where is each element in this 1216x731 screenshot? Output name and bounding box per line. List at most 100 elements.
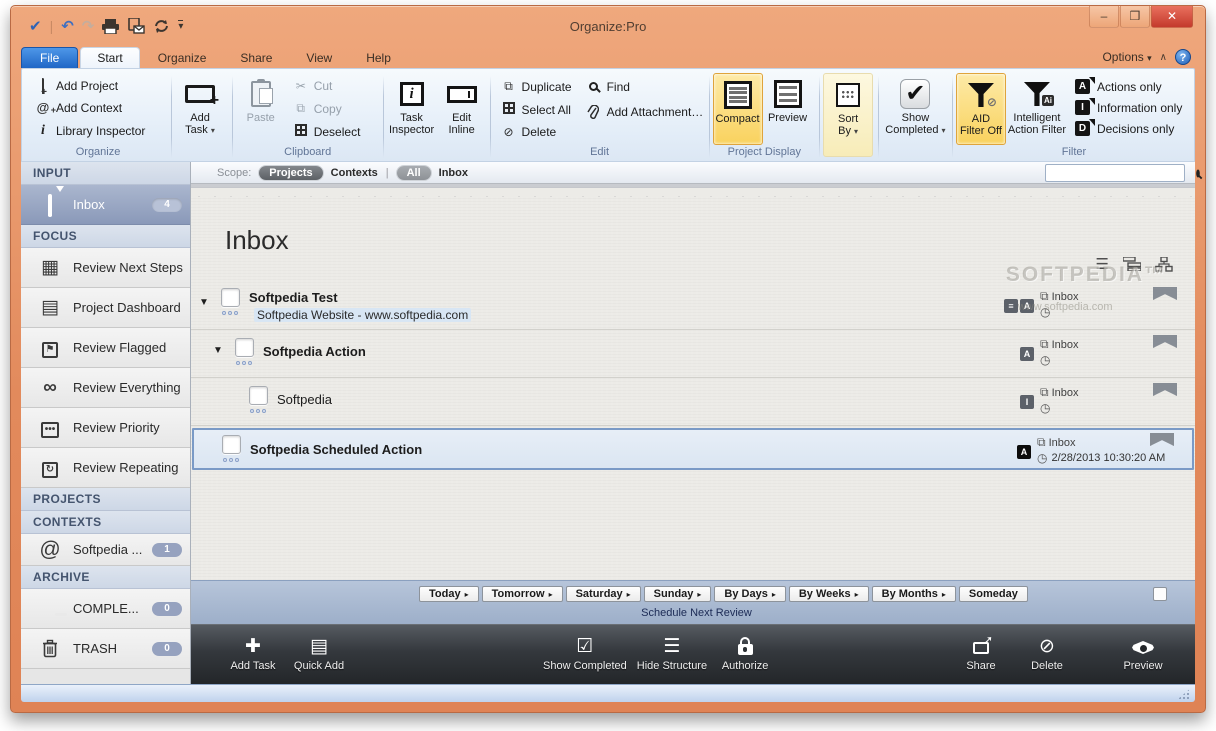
flag-icon[interactable] <box>1150 433 1174 446</box>
scope-projects-pill[interactable]: Projects <box>259 165 323 180</box>
task-checkbox[interactable] <box>235 338 254 357</box>
add-attachment-button[interactable]: Add Attachment… <box>583 104 707 120</box>
task-checkbox[interactable] <box>221 288 240 307</box>
show-completed-button[interactable]: ✔ Show Completed ▾ <box>882 73 948 157</box>
sort-by-icon <box>836 83 861 107</box>
schedule-today-button[interactable]: Today ▸ <box>419 586 479 602</box>
stack-bars-icon: ☰ <box>663 636 681 657</box>
view-list-icon[interactable]: ☰ <box>1096 255 1109 273</box>
task-title: Softpedia Test <box>249 290 338 305</box>
tab-file[interactable]: File <box>21 47 79 68</box>
delete-button[interactable]: ⊘ Delete <box>498 124 575 140</box>
task-checkbox[interactable] <box>249 386 268 405</box>
tab-help[interactable]: Help <box>350 48 407 68</box>
schedule-by-months-button[interactable]: By Months ▸ <box>871 586 956 602</box>
find-button[interactable]: Find <box>583 79 707 95</box>
sidebar-item-review-next-steps[interactable]: ▦ Review Next Steps <box>21 248 190 288</box>
aid-filter-off-button[interactable]: ⊘ AID Filter Off <box>955 73 1006 145</box>
add-task-icon <box>185 85 219 110</box>
task-row[interactable]: ▼ Softpedia Test Softpedia Website - www… <box>191 282 1195 330</box>
sidebar-item-review-flagged[interactable]: ⚑ Review Flagged <box>21 328 190 368</box>
schedule-tomorrow-button[interactable]: Tomorrow ▸ <box>481 586 563 602</box>
preview-button[interactable]: Preview <box>763 73 813 145</box>
quick-add-button[interactable]: ▤ Quick Add <box>291 634 347 672</box>
add-task-toolbar-button[interactable]: ✚ Add Task <box>225 634 281 672</box>
expander-icon[interactable]: ▼ <box>199 297 209 308</box>
task-title: Softpedia <box>277 392 332 407</box>
compact-button[interactable]: Compact <box>712 73 763 145</box>
add-project-button[interactable]: Add Project <box>32 78 164 94</box>
group-add-task: AddTask ▾ <box>175 73 229 161</box>
group-label-project-display: Project Display <box>727 146 801 158</box>
view-tree-icon[interactable] <box>1123 257 1141 271</box>
tab-view[interactable]: View <box>290 48 348 68</box>
show-completed-toolbar-button[interactable]: ☑ Show Completed <box>543 634 627 672</box>
help-icon[interactable]: ? <box>1175 49 1191 65</box>
sidebar-item-context-softpedia[interactable]: @ Softpedia ... 1 <box>21 534 190 566</box>
task-inspector-icon: i <box>399 82 424 106</box>
tab-start[interactable]: Start <box>80 47 140 68</box>
show-completed-icon: ✔ <box>900 79 931 109</box>
close-button[interactable]: ✕ <box>1151 6 1193 28</box>
flag-icon[interactable] <box>1153 287 1177 300</box>
sidebar-item-project-dashboard[interactable]: ▤ Project Dashboard <box>21 288 190 328</box>
select-all-button[interactable]: Select All <box>498 101 575 118</box>
sidebar-item-review-everything[interactable]: ∞ Review Everything <box>21 368 190 408</box>
task-checkbox[interactable] <box>222 435 241 454</box>
decisions-only-button[interactable]: D Decisions only <box>1072 119 1185 137</box>
sidebar-item-inbox[interactable]: Inbox 4 <box>21 185 190 225</box>
minimize-button[interactable]: – <box>1089 6 1119 28</box>
options-menu[interactable]: Options ▾ <box>1102 50 1151 64</box>
share-button[interactable]: Share <box>953 634 1009 672</box>
task-row-selected[interactable]: Softpedia Scheduled Action A ⧉ Inbox ◷ 2/2… <box>192 428 1194 470</box>
copy-button[interactable]: ⧉ Copy <box>290 100 364 117</box>
schedule-sunday-button[interactable]: Sunday ▸ <box>643 586 712 602</box>
delete-toolbar-button[interactable]: ⊘ Delete <box>1019 634 1075 672</box>
add-context-button[interactable]: @Add Context <box>32 100 164 116</box>
tab-organize[interactable]: Organize <box>142 48 223 68</box>
preview-toolbar-button[interactable]: Preview <box>1115 634 1171 672</box>
task-inspector-button[interactable]: i Task Inspector <box>387 73 437 157</box>
sidebar-item-review-priority[interactable]: ••• Review Priority <box>21 408 190 448</box>
information-only-icon: I <box>1074 98 1095 115</box>
actions-only-button[interactable]: A Actions only <box>1072 77 1185 95</box>
scope-all-pill[interactable]: All <box>396 165 431 180</box>
cut-button[interactable]: ✂ Cut <box>290 78 364 94</box>
deselect-button[interactable]: Deselect <box>290 123 364 140</box>
information-only-button[interactable]: I Information only <box>1072 98 1185 116</box>
sort-by-button[interactable]: Sort By ▾ <box>823 73 874 157</box>
intelligent-action-filter-button[interactable]: Ai Intelligent Action Filter <box>1006 73 1068 145</box>
search-icon[interactable] <box>1196 168 1200 178</box>
search-input[interactable] <box>1046 166 1196 180</box>
schedule-saturday-button[interactable]: Saturday ▸ <box>565 586 641 602</box>
schedule-checkbox[interactable] <box>1153 587 1167 601</box>
resize-grip[interactable] <box>1178 688 1191 699</box>
view-hierarchy-icon[interactable] <box>1155 256 1173 272</box>
collapse-ribbon-icon[interactable]: ∧ <box>1160 52 1167 63</box>
add-task-button[interactable]: AddTask ▾ <box>175 73 225 157</box>
tab-share[interactable]: Share <box>224 48 288 68</box>
scope-contexts[interactable]: Contexts <box>331 167 378 179</box>
authorize-button[interactable]: Authorize <box>717 634 773 672</box>
flag-icon[interactable] <box>1153 383 1177 396</box>
edit-inline-button[interactable]: Edit Inline <box>437 73 487 157</box>
clock-icon: ◷ <box>1040 353 1051 367</box>
task-row[interactable]: ▼ Softpedia Action A ⧉ Inbox ◷ <box>191 330 1195 378</box>
library-inspector-button[interactable]: i Library Inspector <box>32 122 164 140</box>
schedule-by-days-button[interactable]: By Days ▸ <box>714 586 786 602</box>
duplicate-button[interactable]: ⧉ Duplicate <box>498 78 575 95</box>
group-inspect: i Task Inspector Edit Inline <box>387 73 487 161</box>
schedule-someday-button[interactable]: Someday <box>958 586 1028 602</box>
sidebar-item-trash[interactable]: TRASH 0 <box>21 629 190 669</box>
expander-icon[interactable]: ▼ <box>213 345 223 356</box>
sidebar-item-review-repeating[interactable]: ↻ Review Repeating <box>21 448 190 488</box>
sidebar-item-completed[interactable]: COMPLE... 0 <box>21 589 190 629</box>
schedule-by-weeks-button[interactable]: By Weeks ▸ <box>788 586 869 602</box>
hide-structure-button[interactable]: ☰ Hide Structure <box>637 634 707 672</box>
group-organize: Add Project @Add Context iLibrary Inspec… <box>28 73 168 161</box>
task-row[interactable]: Softpedia I ⧉ Inbox ◷ <box>191 378 1195 426</box>
menu-arrow-icon: ▸ <box>854 589 859 599</box>
flag-icon[interactable] <box>1153 335 1177 348</box>
maximize-button[interactable]: ❒ <box>1120 6 1150 28</box>
paste-button[interactable]: Paste <box>236 73 286 145</box>
